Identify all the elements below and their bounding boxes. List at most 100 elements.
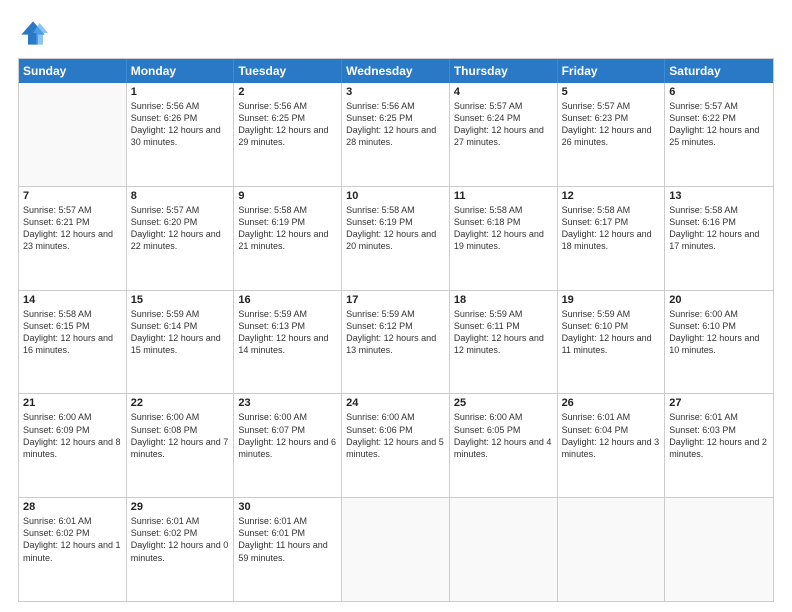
- sunset-text: Sunset: 6:08 PM: [131, 424, 230, 436]
- day-cell: 4Sunrise: 5:57 AMSunset: 6:24 PMDaylight…: [450, 83, 558, 186]
- day-cell: 24Sunrise: 6:00 AMSunset: 6:06 PMDayligh…: [342, 394, 450, 497]
- day-number: 6: [669, 86, 769, 98]
- day-cell: 30Sunrise: 6:01 AMSunset: 6:01 PMDayligh…: [234, 498, 342, 601]
- empty-cell: [665, 498, 773, 601]
- sunset-text: Sunset: 6:12 PM: [346, 320, 445, 332]
- sunset-text: Sunset: 6:13 PM: [238, 320, 337, 332]
- weekday-header: Thursday: [450, 59, 558, 83]
- sunset-text: Sunset: 6:19 PM: [238, 216, 337, 228]
- logo: [18, 18, 52, 48]
- daylight-text: Daylight: 12 hours and 27 minutes.: [454, 124, 553, 148]
- sunrise-text: Sunrise: 6:01 AM: [23, 515, 122, 527]
- day-cell: 15Sunrise: 5:59 AMSunset: 6:14 PMDayligh…: [127, 291, 235, 394]
- day-number: 17: [346, 294, 445, 306]
- day-cell: 9Sunrise: 5:58 AMSunset: 6:19 PMDaylight…: [234, 187, 342, 290]
- daylight-text: Daylight: 12 hours and 2 minutes.: [669, 436, 769, 460]
- sunset-text: Sunset: 6:23 PM: [562, 112, 661, 124]
- day-number: 1: [131, 86, 230, 98]
- day-number: 4: [454, 86, 553, 98]
- daylight-text: Daylight: 12 hours and 28 minutes.: [346, 124, 445, 148]
- day-cell: 18Sunrise: 5:59 AMSunset: 6:11 PMDayligh…: [450, 291, 558, 394]
- day-cell: 10Sunrise: 5:58 AMSunset: 6:19 PMDayligh…: [342, 187, 450, 290]
- day-number: 30: [238, 501, 337, 513]
- sunset-text: Sunset: 6:11 PM: [454, 320, 553, 332]
- sunset-text: Sunset: 6:21 PM: [23, 216, 122, 228]
- day-number: 5: [562, 86, 661, 98]
- day-number: 14: [23, 294, 122, 306]
- sunrise-text: Sunrise: 5:58 AM: [23, 308, 122, 320]
- day-number: 7: [23, 190, 122, 202]
- sunrise-text: Sunrise: 6:00 AM: [346, 411, 445, 423]
- day-number: 3: [346, 86, 445, 98]
- daylight-text: Daylight: 12 hours and 22 minutes.: [131, 228, 230, 252]
- day-number: 13: [669, 190, 769, 202]
- daylight-text: Daylight: 12 hours and 5 minutes.: [346, 436, 445, 460]
- daylight-text: Daylight: 12 hours and 10 minutes.: [669, 332, 769, 356]
- sunset-text: Sunset: 6:15 PM: [23, 320, 122, 332]
- daylight-text: Daylight: 12 hours and 18 minutes.: [562, 228, 661, 252]
- sunrise-text: Sunrise: 5:59 AM: [562, 308, 661, 320]
- day-number: 26: [562, 397, 661, 409]
- calendar-body: 1Sunrise: 5:56 AMSunset: 6:26 PMDaylight…: [19, 83, 773, 601]
- daylight-text: Daylight: 12 hours and 17 minutes.: [669, 228, 769, 252]
- calendar-header: SundayMondayTuesdayWednesdayThursdayFrid…: [19, 59, 773, 83]
- weekday-header: Saturday: [665, 59, 773, 83]
- sunrise-text: Sunrise: 6:01 AM: [238, 515, 337, 527]
- sunrise-text: Sunrise: 5:58 AM: [346, 204, 445, 216]
- daylight-text: Daylight: 12 hours and 3 minutes.: [562, 436, 661, 460]
- day-number: 15: [131, 294, 230, 306]
- day-number: 23: [238, 397, 337, 409]
- sunrise-text: Sunrise: 6:00 AM: [238, 411, 337, 423]
- sunrise-text: Sunrise: 6:01 AM: [562, 411, 661, 423]
- daylight-text: Daylight: 12 hours and 1 minute.: [23, 539, 122, 563]
- day-number: 16: [238, 294, 337, 306]
- sunset-text: Sunset: 6:10 PM: [669, 320, 769, 332]
- day-number: 10: [346, 190, 445, 202]
- sunrise-text: Sunrise: 5:56 AM: [238, 100, 337, 112]
- sunrise-text: Sunrise: 5:57 AM: [131, 204, 230, 216]
- daylight-text: Daylight: 12 hours and 20 minutes.: [346, 228, 445, 252]
- day-number: 21: [23, 397, 122, 409]
- sunrise-text: Sunrise: 6:00 AM: [23, 411, 122, 423]
- sunset-text: Sunset: 6:24 PM: [454, 112, 553, 124]
- daylight-text: Daylight: 12 hours and 8 minutes.: [23, 436, 122, 460]
- sunrise-text: Sunrise: 5:59 AM: [238, 308, 337, 320]
- weekday-header: Sunday: [19, 59, 127, 83]
- daylight-text: Daylight: 12 hours and 13 minutes.: [346, 332, 445, 356]
- day-cell: 2 Sunrise: 5:56 AMSunset: 6:25 PMDaylight…: [234, 83, 342, 186]
- weekday-header: Monday: [127, 59, 235, 83]
- day-cell: 19Sunrise: 5:59 AMSunset: 6:10 PMDayligh…: [558, 291, 666, 394]
- day-number: 25: [454, 397, 553, 409]
- empty-cell: [450, 498, 558, 601]
- daylight-text: Daylight: 12 hours and 14 minutes.: [238, 332, 337, 356]
- sunset-text: Sunset: 6:07 PM: [238, 424, 337, 436]
- sunrise-text: Sunrise: 5:59 AM: [131, 308, 230, 320]
- day-number: 2: [238, 86, 337, 98]
- day-number: 11: [454, 190, 553, 202]
- sunrise-text: Sunrise: 5:57 AM: [669, 100, 769, 112]
- day-cell: 20Sunrise: 6:00 AMSunset: 6:10 PMDayligh…: [665, 291, 773, 394]
- day-number: 29: [131, 501, 230, 513]
- day-number: 22: [131, 397, 230, 409]
- day-cell: 6Sunrise: 5:57 AMSunset: 6:22 PMDaylight…: [665, 83, 773, 186]
- sunset-text: Sunset: 6:02 PM: [23, 527, 122, 539]
- day-number: 18: [454, 294, 553, 306]
- weekday-header: Tuesday: [234, 59, 342, 83]
- daylight-text: Daylight: 12 hours and 19 minutes.: [454, 228, 553, 252]
- day-number: 27: [669, 397, 769, 409]
- sunset-text: Sunset: 6:25 PM: [238, 112, 337, 124]
- day-cell: 7Sunrise: 5:57 AMSunset: 6:21 PMDaylight…: [19, 187, 127, 290]
- header: [18, 18, 774, 48]
- sunset-text: Sunset: 6:06 PM: [346, 424, 445, 436]
- sunrise-text: Sunrise: 5:56 AM: [131, 100, 230, 112]
- sunrise-text: Sunrise: 6:00 AM: [454, 411, 553, 423]
- sunset-text: Sunset: 6:01 PM: [238, 527, 337, 539]
- daylight-text: Daylight: 12 hours and 29 minutes.: [238, 124, 337, 148]
- day-cell: 21Sunrise: 6:00 AMSunset: 6:09 PMDayligh…: [19, 394, 127, 497]
- empty-cell: [342, 498, 450, 601]
- day-number: 20: [669, 294, 769, 306]
- daylight-text: Daylight: 12 hours and 23 minutes.: [23, 228, 122, 252]
- sunset-text: Sunset: 6:04 PM: [562, 424, 661, 436]
- sunrise-text: Sunrise: 5:57 AM: [562, 100, 661, 112]
- daylight-text: Daylight: 12 hours and 25 minutes.: [669, 124, 769, 148]
